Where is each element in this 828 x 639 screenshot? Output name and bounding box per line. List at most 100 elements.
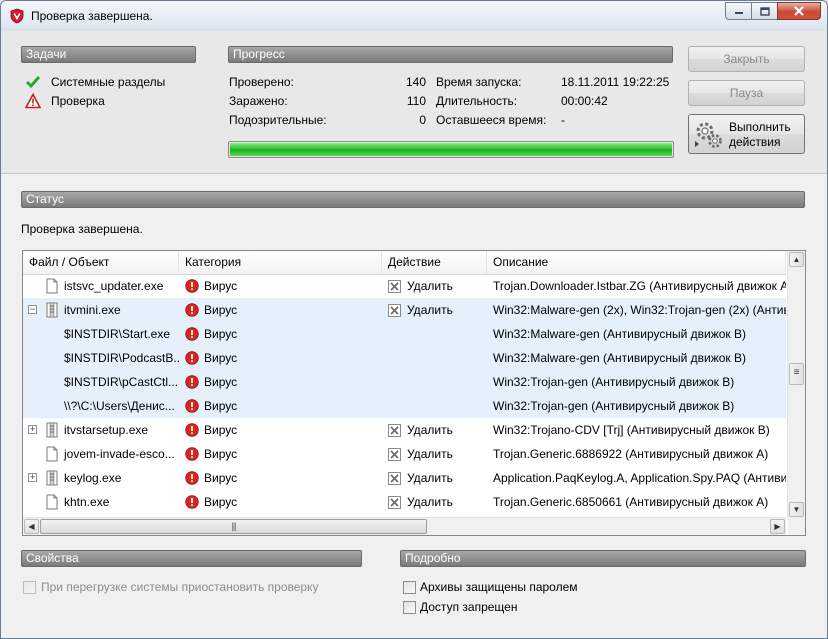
table-row[interactable]: − itvmini.exe Вирус Удалить Win32:Malware-ge… xyxy=(23,298,786,322)
scan-window: Проверка завершена. Задачи Системные раз… xyxy=(0,0,828,639)
expand-toggle[interactable]: − xyxy=(28,305,37,314)
cell-category: Вирус xyxy=(179,394,382,418)
horizontal-scrollbar[interactable]: ◀ ||| ▶ xyxy=(23,517,786,535)
task-label: Проверка xyxy=(51,94,105,108)
category-text: Вирус xyxy=(204,423,238,437)
suspend-on-overload-checkbox[interactable] xyxy=(23,581,36,594)
category-text: Вирус xyxy=(204,279,238,293)
virus-alert-icon xyxy=(185,495,199,509)
table-row[interactable]: $INSTDIR\pCastCtl... Вирус Win32:Trojan-ge… xyxy=(23,370,786,394)
cell-action[interactable]: Удалить xyxy=(382,490,487,514)
scroll-right-button[interactable]: ▶ xyxy=(770,519,785,534)
cell-category: Вирус xyxy=(179,442,382,466)
column-header-category[interactable]: Категория xyxy=(179,251,382,274)
archives-protected-checkbox[interactable] xyxy=(403,581,416,594)
cell-description: Win32:Trojan-gen (Антивирусный движок B) xyxy=(487,370,786,394)
file-name: $INSTDIR\PodcastB... xyxy=(64,351,179,365)
category-text: Вирус xyxy=(204,399,238,413)
task-item-scan: Проверка xyxy=(25,93,105,109)
category-text: Вирус xyxy=(204,447,238,461)
file-name: \\?\C:\Users\Денис... xyxy=(64,399,175,413)
minimize-icon xyxy=(734,12,743,14)
delete-icon xyxy=(388,472,401,485)
progress-header: Прогресс xyxy=(228,46,673,63)
title-bar: Проверка завершена. xyxy=(1,1,827,31)
vertical-scrollbar[interactable]: ▲ ≡ ▼ xyxy=(787,251,805,518)
pause-button[interactable]: Пауза xyxy=(688,80,805,106)
cell-file: khtn.exe xyxy=(23,490,179,514)
warning-icon xyxy=(25,93,41,109)
table-row[interactable]: + itvstarsetup.exe Вирус Удалить Win32:Troja… xyxy=(23,418,786,442)
cell-file: − itvmini.exe xyxy=(23,298,179,322)
table-row[interactable]: \\?\C:\Users\Денис... Вирус Win32:Trojan-g… xyxy=(23,394,786,418)
cell-category: Вирус xyxy=(179,274,382,298)
table-row[interactable]: + keylog.exe Вирус Удалить Application.PaqKe… xyxy=(23,466,786,490)
description-text: Win32:Trojan-gen (Антивирусный движок B) xyxy=(493,399,735,413)
access-denied-checkbox[interactable] xyxy=(403,601,416,614)
table-row[interactable]: $INSTDIR\Start.exe Вирус Win32:Malware-gen… xyxy=(23,322,786,346)
cell-action[interactable]: Удалить xyxy=(382,418,487,442)
category-text: Вирус xyxy=(204,375,238,389)
properties-header: Свойства xyxy=(21,550,362,567)
close-icon xyxy=(794,6,804,16)
cell-category: Вирус xyxy=(179,490,382,514)
status-header: Статус xyxy=(21,191,805,208)
action-text: Удалить xyxy=(407,471,453,485)
scroll-down-button[interactable]: ▼ xyxy=(789,502,804,517)
cell-description: Win32:Trojano-CDV [Trj] (Антивирусный дв… xyxy=(487,418,786,442)
cell-action[interactable]: Удалить xyxy=(382,298,487,322)
category-text: Вирус xyxy=(204,471,238,485)
archive-icon xyxy=(46,302,58,318)
file-icon xyxy=(46,278,58,294)
table-row[interactable]: istsvc_updater.exe Вирус Удалить Trojan.Dow… xyxy=(23,274,786,298)
cell-action[interactable]: Удалить xyxy=(382,466,487,490)
check-icon xyxy=(25,76,41,89)
expand-toggle[interactable]: + xyxy=(28,425,37,434)
scroll-left-button[interactable]: ◀ xyxy=(24,519,39,534)
start-time-value: 18.11.2011 19:22:25 xyxy=(561,75,670,89)
description-text: Trojan.Downloader.Istbar.ZG (Антивирусны… xyxy=(493,279,786,293)
description-text: Application.PaqKeylog.A, Application.Spy… xyxy=(493,471,786,485)
table-row[interactable]: khtn.exe Вирус Удалить Trojan.Generic.68506… xyxy=(23,490,786,514)
cell-description: Trojan.Downloader.Istbar.ZG (Антивирусны… xyxy=(487,274,786,298)
scroll-thumb[interactable]: ≡ xyxy=(789,363,804,385)
minimize-button[interactable] xyxy=(725,2,751,20)
cell-category: Вирус xyxy=(179,466,382,490)
close-button[interactable]: Закрыть xyxy=(688,46,805,72)
delete-icon xyxy=(388,424,401,437)
maximize-button[interactable] xyxy=(751,2,777,20)
column-header-file[interactable]: Файл / Объект xyxy=(23,251,179,274)
cell-file: $INSTDIR\PodcastB... xyxy=(23,346,179,370)
cell-category: Вирус xyxy=(179,322,382,346)
close-window-button[interactable] xyxy=(777,2,821,20)
column-header-action[interactable]: Действие xyxy=(382,251,487,274)
cell-action xyxy=(382,322,487,346)
archives-protected-label: Архивы защищены паролем xyxy=(420,580,578,594)
file-name: $INSTDIR\pCastCtl... xyxy=(64,375,179,389)
description-text: Win32:Trojano-CDV [Trj] (Антивирусный дв… xyxy=(493,423,770,437)
file-name: keylog.exe xyxy=(64,471,122,485)
restore-icon xyxy=(759,6,770,16)
cell-action[interactable]: Удалить xyxy=(382,442,487,466)
archive-icon xyxy=(46,470,58,486)
cell-action xyxy=(382,394,487,418)
description-text: Win32:Trojan-gen (Антивирусный движок B) xyxy=(493,375,735,389)
remaining-time-label: Оставшееся время: xyxy=(436,113,547,127)
scroll-up-button[interactable]: ▲ xyxy=(789,252,804,267)
horizontal-scroll-thumb[interactable]: ||| xyxy=(40,519,427,534)
table-row[interactable]: $INSTDIR\PodcastB... Вирус Win32:Malware-g… xyxy=(23,346,786,370)
checked-value: 140 xyxy=(405,75,426,89)
expand-toggle[interactable]: + xyxy=(28,473,37,482)
table-row[interactable]: jovem-invade-esco... Вирус Удалить Trojan.G… xyxy=(23,442,786,466)
cell-description: Trojan.Generic.6850661 (Антивирусный дви… xyxy=(487,490,786,514)
cell-action[interactable]: Удалить xyxy=(382,274,487,298)
column-header-description[interactable]: Описание xyxy=(487,251,786,274)
execute-actions-button[interactable]: Выполнить действия xyxy=(688,114,805,154)
description-text: Trojan.Generic.6850661 (Антивирусный дви… xyxy=(493,495,769,509)
cell-file: istsvc_updater.exe xyxy=(23,274,179,298)
file-name: $INSTDIR\Start.exe xyxy=(64,327,171,341)
suspicious-label: Подозрительные: xyxy=(229,113,327,127)
cell-description: Trojan.Generic.6886922 (Антивирусный дви… xyxy=(487,442,786,466)
virus-alert-icon xyxy=(185,399,199,413)
access-denied-label: Доступ запрещен xyxy=(420,600,518,614)
